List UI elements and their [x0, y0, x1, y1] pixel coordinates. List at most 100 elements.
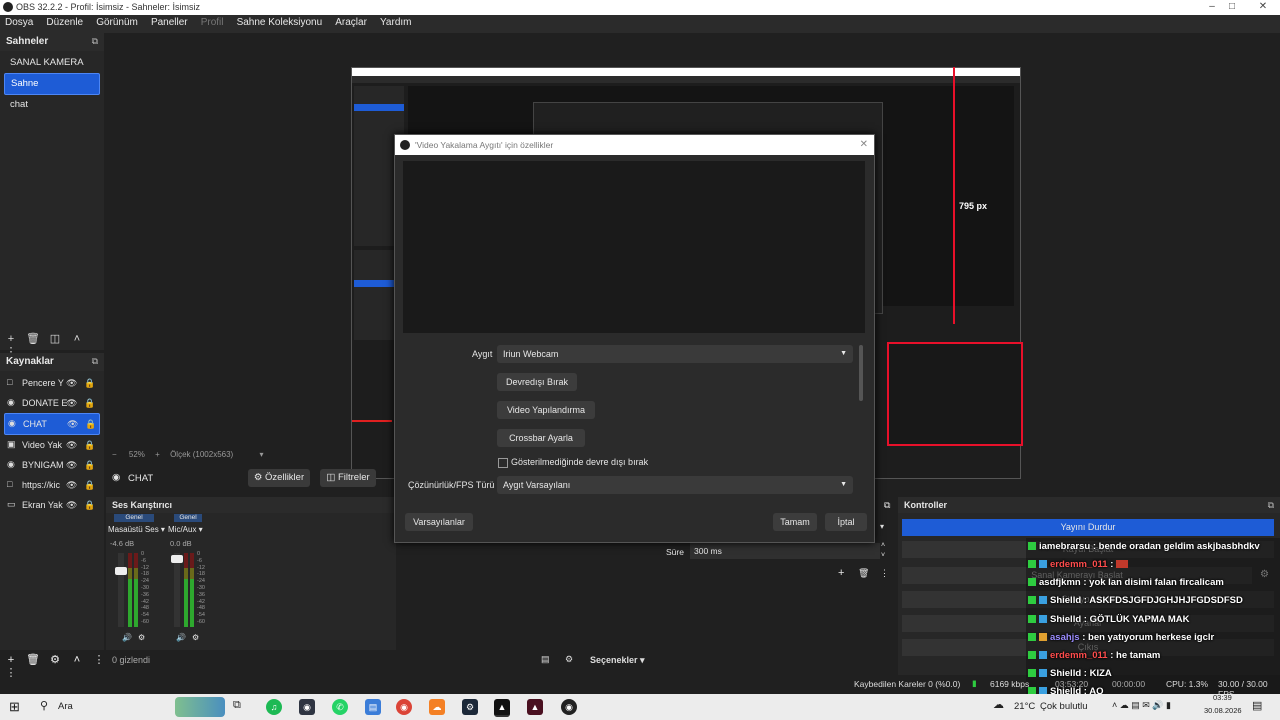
- dock-float-icon[interactable]: ⧉: [884, 500, 890, 511]
- spin-up-icon[interactable]: ˄: [881, 542, 885, 549]
- clock-date[interactable]: 30.08.2026: [1204, 706, 1242, 715]
- weather-description[interactable]: Çok bulutlu: [1040, 701, 1088, 712]
- eye-icon[interactable]: 👁: [66, 495, 77, 515]
- move-up-icon[interactable]: ˄: [66, 333, 88, 345]
- eye-icon[interactable]: 👁: [66, 475, 77, 495]
- lock-icon[interactable]: 🔒: [84, 495, 95, 515]
- source-item[interactable]: □ https://kic 👁 🔒: [4, 475, 100, 495]
- filter-icon[interactable]: ◫: [44, 332, 66, 345]
- eye-icon[interactable]: 👁: [66, 435, 77, 455]
- source-item[interactable]: ▭ Ekran Yak 👁 🔒: [4, 495, 100, 515]
- channel-name[interactable]: Mic/Aux ▾: [168, 525, 203, 534]
- gear-icon[interactable]: ⚙: [44, 653, 66, 666]
- cloud-app-icon[interactable]: ☁: [429, 699, 445, 715]
- gear-icon[interactable]: ⚙: [138, 633, 145, 642]
- windows-start-icon[interactable]: ⊞: [9, 699, 20, 715]
- dock-float-icon[interactable]: ⧉: [92, 356, 98, 367]
- device-select[interactable]: Iriun Webcam ▼: [497, 345, 853, 363]
- close-button[interactable]: ✕: [1246, 0, 1280, 15]
- more-icon[interactable]: ⋮: [880, 568, 889, 579]
- dropdown-icon[interactable]: ▾: [880, 522, 884, 531]
- search-icon[interactable]: ⚲: [40, 699, 48, 712]
- cancel-button[interactable]: İptal: [825, 513, 867, 531]
- more-icon[interactable]: ⋮: [88, 653, 110, 666]
- duration-input[interactable]: 300 ms: [690, 543, 880, 559]
- deactivate-button[interactable]: Devredışı Bırak: [497, 373, 577, 391]
- taskbar-search-label[interactable]: Ara: [58, 701, 73, 712]
- zoom-in-icon[interactable]: +: [155, 450, 160, 459]
- lock-icon[interactable]: 🔒: [84, 373, 95, 393]
- lock-icon[interactable]: 🔒: [84, 393, 95, 413]
- steam-icon[interactable]: ⚙: [462, 699, 478, 715]
- zoom-out-icon[interactable]: −: [112, 450, 117, 459]
- close-icon[interactable]: ✕: [860, 135, 868, 155]
- stop-stream-button[interactable]: Yayını Durdur: [902, 519, 1274, 536]
- volume-slider-handle[interactable]: [171, 555, 183, 563]
- weather-temp[interactable]: 21°C: [1014, 701, 1035, 712]
- lock-icon[interactable]: 🔒: [84, 475, 95, 495]
- deactivate-when-hidden-checkbox[interactable]: [498, 458, 508, 468]
- app-icon[interactable]: ▲: [494, 699, 510, 717]
- lock-icon[interactable]: 🔒: [84, 455, 95, 475]
- options-dropdown[interactable]: Seçenekler ▾: [590, 655, 645, 666]
- gear-icon[interactable]: ⚙: [192, 633, 199, 642]
- menu-view[interactable]: Görünüm: [91, 15, 143, 28]
- eye-icon[interactable]: 👁: [66, 393, 77, 413]
- menu-profile[interactable]: Profil: [196, 15, 229, 28]
- remove-scene-icon[interactable]: 🗑: [22, 332, 44, 345]
- zoom-dropdown-icon[interactable]: ▾: [259, 450, 263, 459]
- weather-icon[interactable]: ☁: [993, 698, 1004, 711]
- menu-docks[interactable]: Paneller: [146, 15, 193, 28]
- volume-slider-handle[interactable]: [115, 567, 127, 575]
- resolution-select[interactable]: Aygıt Varsayılanı ▼: [497, 476, 853, 494]
- source-item-selected[interactable]: ◉ CHAT 👁 🔒: [4, 413, 100, 435]
- add-transition-icon[interactable]: +: [838, 567, 844, 579]
- gear-icon[interactable]: ⚙: [565, 654, 573, 665]
- lock-icon[interactable]: 🔒: [84, 435, 95, 455]
- eye-icon[interactable]: 👁: [66, 373, 77, 393]
- source-item[interactable]: ◉ DONATE E 👁 🔒: [4, 393, 100, 413]
- properties-button[interactable]: ⚙ Özellikler: [248, 469, 310, 487]
- add-source-icon[interactable]: +: [0, 654, 22, 666]
- lock-icon[interactable]: 🔒: [85, 414, 96, 434]
- chrome-icon[interactable]: ◉: [396, 699, 412, 715]
- filters-button[interactable]: ◫ Filtreler: [320, 469, 376, 487]
- add-scene-icon[interactable]: +: [0, 333, 22, 345]
- source-item[interactable]: ▣ Video Yak 👁 🔒: [4, 435, 100, 455]
- configure-video-button[interactable]: Video Yapılandırma: [497, 401, 595, 419]
- menu-edit[interactable]: Düzenle: [41, 15, 88, 28]
- source-item[interactable]: □ Pencere Y 👁 🔒: [4, 373, 100, 393]
- ok-button[interactable]: Tamam: [773, 513, 817, 531]
- obs-taskbar-icon[interactable]: ◉: [561, 699, 577, 715]
- dock-float-icon[interactable]: ⧉: [92, 36, 98, 47]
- dock-float-icon[interactable]: ⧉: [1268, 500, 1274, 511]
- spin-down-icon[interactable]: ˅: [881, 552, 885, 559]
- eye-icon[interactable]: 👁: [66, 455, 77, 475]
- scene-item[interactable]: chat: [4, 95, 100, 115]
- volume-slider[interactable]: [118, 553, 124, 627]
- move-up-icon[interactable]: ˄: [66, 654, 88, 666]
- remove-transition-icon[interactable]: 🗑: [858, 568, 869, 579]
- menu-scene-collection[interactable]: Sahne Koleksiyonu: [232, 15, 328, 28]
- task-view-icon[interactable]: ⧉: [233, 699, 241, 712]
- defaults-button[interactable]: Varsayılanlar: [405, 513, 473, 531]
- clock-time[interactable]: 03:39: [1213, 693, 1232, 702]
- menu-help[interactable]: Yardım: [375, 15, 417, 28]
- volume-slider[interactable]: [174, 553, 180, 627]
- file-explorer-icon[interactable]: ▤: [365, 699, 381, 715]
- eye-icon[interactable]: 👁: [67, 414, 78, 434]
- spotify-icon[interactable]: ♫: [266, 699, 282, 715]
- speaker-icon[interactable]: 🔊: [122, 633, 132, 642]
- channel-name[interactable]: Masaüstü Ses ▾: [108, 525, 165, 534]
- crossbar-button[interactable]: Crossbar Ayarla: [497, 429, 585, 447]
- menu-file[interactable]: Dosya: [0, 15, 38, 28]
- tray-icons[interactable]: ˄ ☁ ▤ ✉ 🔊 ▮: [1112, 700, 1171, 711]
- source-item[interactable]: ◉ BYNIGAM 👁 🔒: [4, 455, 100, 475]
- notification-icon[interactable]: ▤: [1252, 699, 1262, 712]
- scrollbar[interactable]: [859, 345, 863, 401]
- whatsapp-icon[interactable]: ✆: [332, 699, 348, 715]
- maximize-button[interactable]: □: [1215, 0, 1249, 15]
- app-icon[interactable]: ◉: [299, 699, 315, 715]
- layout-icon[interactable]: ▤: [541, 654, 550, 665]
- speaker-icon[interactable]: 🔊: [176, 633, 186, 642]
